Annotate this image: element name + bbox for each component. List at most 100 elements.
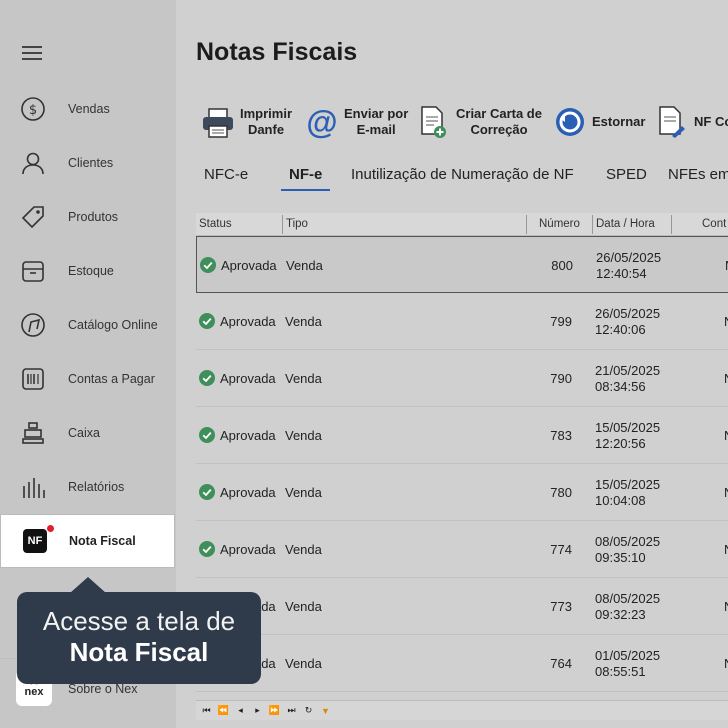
box-icon <box>22 261 44 282</box>
refresh-icon[interactable]: ↻ <box>300 703 317 719</box>
check-circle-icon <box>199 541 215 557</box>
cell-status: Aprovada <box>220 371 276 386</box>
nf-complementar-button[interactable]: NF Co <box>654 100 728 144</box>
first-page-icon[interactable]: ⏮ <box>198 703 215 719</box>
cell-status: Aprovada <box>220 428 276 443</box>
cell-date: 15/05/2025 <box>595 420 661 435</box>
label-line2: Danfe <box>247 122 285 137</box>
column-header-numero[interactable]: Número <box>539 218 580 230</box>
toolbar-label: Imprimir Danfe <box>240 106 292 138</box>
check-circle-icon <box>199 427 215 443</box>
sidebar-item-nota-fiscal[interactable]: NF Nota Fiscal <box>1 515 174 567</box>
dollar-icon: $ <box>21 97 45 121</box>
register-icon <box>22 422 44 444</box>
column-header-status[interactable]: Status <box>199 218 232 230</box>
label-line2: Correção <box>470 122 528 137</box>
cell-date: 15/05/2025 <box>595 477 661 492</box>
check-circle-icon <box>200 257 216 273</box>
tab-nf-e[interactable]: NF-e <box>281 160 331 191</box>
sidebar-item-estoque[interactable]: Estoque <box>0 249 176 293</box>
document-add-icon <box>421 106 446 138</box>
toolbar-label: Estornar <box>592 114 645 130</box>
sidebar-item-label: Catálogo Online <box>68 318 158 332</box>
bars-icon <box>23 478 45 498</box>
barcode-icon <box>22 368 44 390</box>
cell-tipo: Venda <box>285 371 322 386</box>
table-row[interactable]: Aprovada Venda 783 15/05/202512:20:56 N <box>196 407 728 464</box>
cell-numero: 764 <box>550 656 572 671</box>
sidebar-item-vendas[interactable]: $ Vendas <box>0 87 176 131</box>
sidebar-item-contas-a-pagar[interactable]: Contas a Pagar <box>0 357 176 401</box>
last-page-icon[interactable]: ⏭ <box>283 703 300 719</box>
column-separator[interactable] <box>282 215 283 234</box>
cell-data-hora: 08/05/2025 09:35:10 <box>595 534 660 566</box>
cell-tipo: Venda <box>285 656 322 671</box>
notification-dot <box>46 524 55 533</box>
create-correction-letter-button[interactable]: Criar Carta de Correção <box>416 100 542 144</box>
reverse-button[interactable]: Estornar <box>552 100 645 144</box>
cell-time: 08:34:56 <box>595 379 646 394</box>
column-header-data-hora[interactable]: Data / Hora <box>596 218 655 230</box>
cell-tipo: Venda <box>285 485 322 500</box>
cell-status: Aprovada <box>220 485 276 500</box>
cell-date: 21/05/2025 <box>595 363 661 378</box>
sidebar-item-relatorios[interactable]: Relatórios <box>0 465 176 509</box>
cell-tipo: Venda <box>285 542 322 557</box>
invoice-table: Status Tipo Número Data / Hora Cont Apro… <box>196 213 728 692</box>
pagination-bar: ⏮ ⏪ ◂ ▸ ⏩ ⏭ ↻ ▼ <box>196 700 728 720</box>
cell-status: Aprovada <box>221 258 277 273</box>
check-circle-icon <box>199 313 215 329</box>
sidebar-item-produtos[interactable]: Produtos <box>0 195 176 239</box>
cell-numero: 790 <box>550 371 572 386</box>
next-page-group-icon[interactable]: ⏩ <box>266 703 283 719</box>
svg-text:$: $ <box>29 103 37 118</box>
cell-numero: 783 <box>550 428 572 443</box>
cell-time: 10:04:08 <box>595 493 646 508</box>
cell-data-hora: 08/05/2025 09:32:23 <box>595 591 660 623</box>
sidebar-item-sobre[interactable]: Sobre o Nex <box>68 682 137 696</box>
cell-data-hora: 26/05/2025 12:40:06 <box>595 306 660 338</box>
cell-data-hora: 01/05/2025 08:55:51 <box>595 648 660 680</box>
catalog-icon <box>21 313 45 337</box>
table-row[interactable]: AprovadaVenda77308/05/202509:32:23N <box>196 578 728 635</box>
printer-icon <box>203 108 233 138</box>
send-email-button[interactable]: @ Enviar por E-mail <box>304 100 408 144</box>
cell-time: 12:40:54 <box>596 266 647 281</box>
label-line1: Estornar <box>592 114 646 129</box>
table-row[interactable]: Aprovada Venda 790 21/05/202508:34:56 N <box>196 350 728 407</box>
tab-sped[interactable]: SPED <box>598 160 655 189</box>
undo-icon <box>556 108 584 136</box>
table-row[interactable]: Aprovada Venda 780 15/05/202510:04:08 N <box>196 464 728 521</box>
prev-page-group-icon[interactable]: ⏪ <box>215 703 232 719</box>
label-line1: NF Co <box>694 114 728 129</box>
column-header-cont[interactable]: Cont <box>702 218 726 230</box>
tab-nfc-e[interactable]: NFC-e <box>196 160 256 189</box>
sidebar-item-catalogo[interactable]: Catálogo Online <box>0 303 176 347</box>
table-row[interactable]: Aprovada Venda 799 26/05/202512:40:06 N <box>196 293 728 350</box>
column-header-tipo[interactable]: Tipo <box>286 218 308 230</box>
cell-cont: N <box>724 542 728 557</box>
table-row[interactable]: AprovadaVenda76401/05/202508:55:51N <box>196 635 728 692</box>
tooltip-arrow <box>70 577 106 593</box>
menu-icon[interactable] <box>22 46 42 60</box>
next-page-icon[interactable]: ▸ <box>249 703 266 719</box>
filter-icon[interactable]: ▼ <box>317 703 334 719</box>
table-header: Status Tipo Número Data / Hora Cont <box>196 213 728 236</box>
sidebar-item-caixa[interactable]: Caixa <box>0 411 176 455</box>
tab-inutilizacao[interactable]: Inutilização de Numeração de NF <box>343 160 582 189</box>
sidebar-item-label: Nota Fiscal <box>69 534 136 548</box>
column-separator[interactable] <box>526 215 527 234</box>
print-danfe-button[interactable]: Imprimir Danfe <box>200 100 292 144</box>
tab-nfes-em[interactable]: NFEs em <box>660 160 728 189</box>
column-separator[interactable] <box>592 215 593 234</box>
table-body: AprovadaVenda80026/05/202512:40:54NAprov… <box>196 236 728 692</box>
column-separator[interactable] <box>671 215 672 234</box>
table-row[interactable]: AprovadaVenda80026/05/202512:40:54N <box>196 236 728 293</box>
prev-page-icon[interactable]: ◂ <box>232 703 249 719</box>
cell-numero: 799 <box>550 314 572 329</box>
cell-data-hora: 26/05/2025 12:40:54 <box>596 250 661 282</box>
table-row[interactable]: Aprovada Venda 774 08/05/202509:35:10 N <box>196 521 728 578</box>
label-line1: Criar Carta de <box>456 106 542 121</box>
sidebar-item-label: Relatórios <box>68 480 125 494</box>
sidebar-item-clientes[interactable]: Clientes <box>0 141 176 185</box>
